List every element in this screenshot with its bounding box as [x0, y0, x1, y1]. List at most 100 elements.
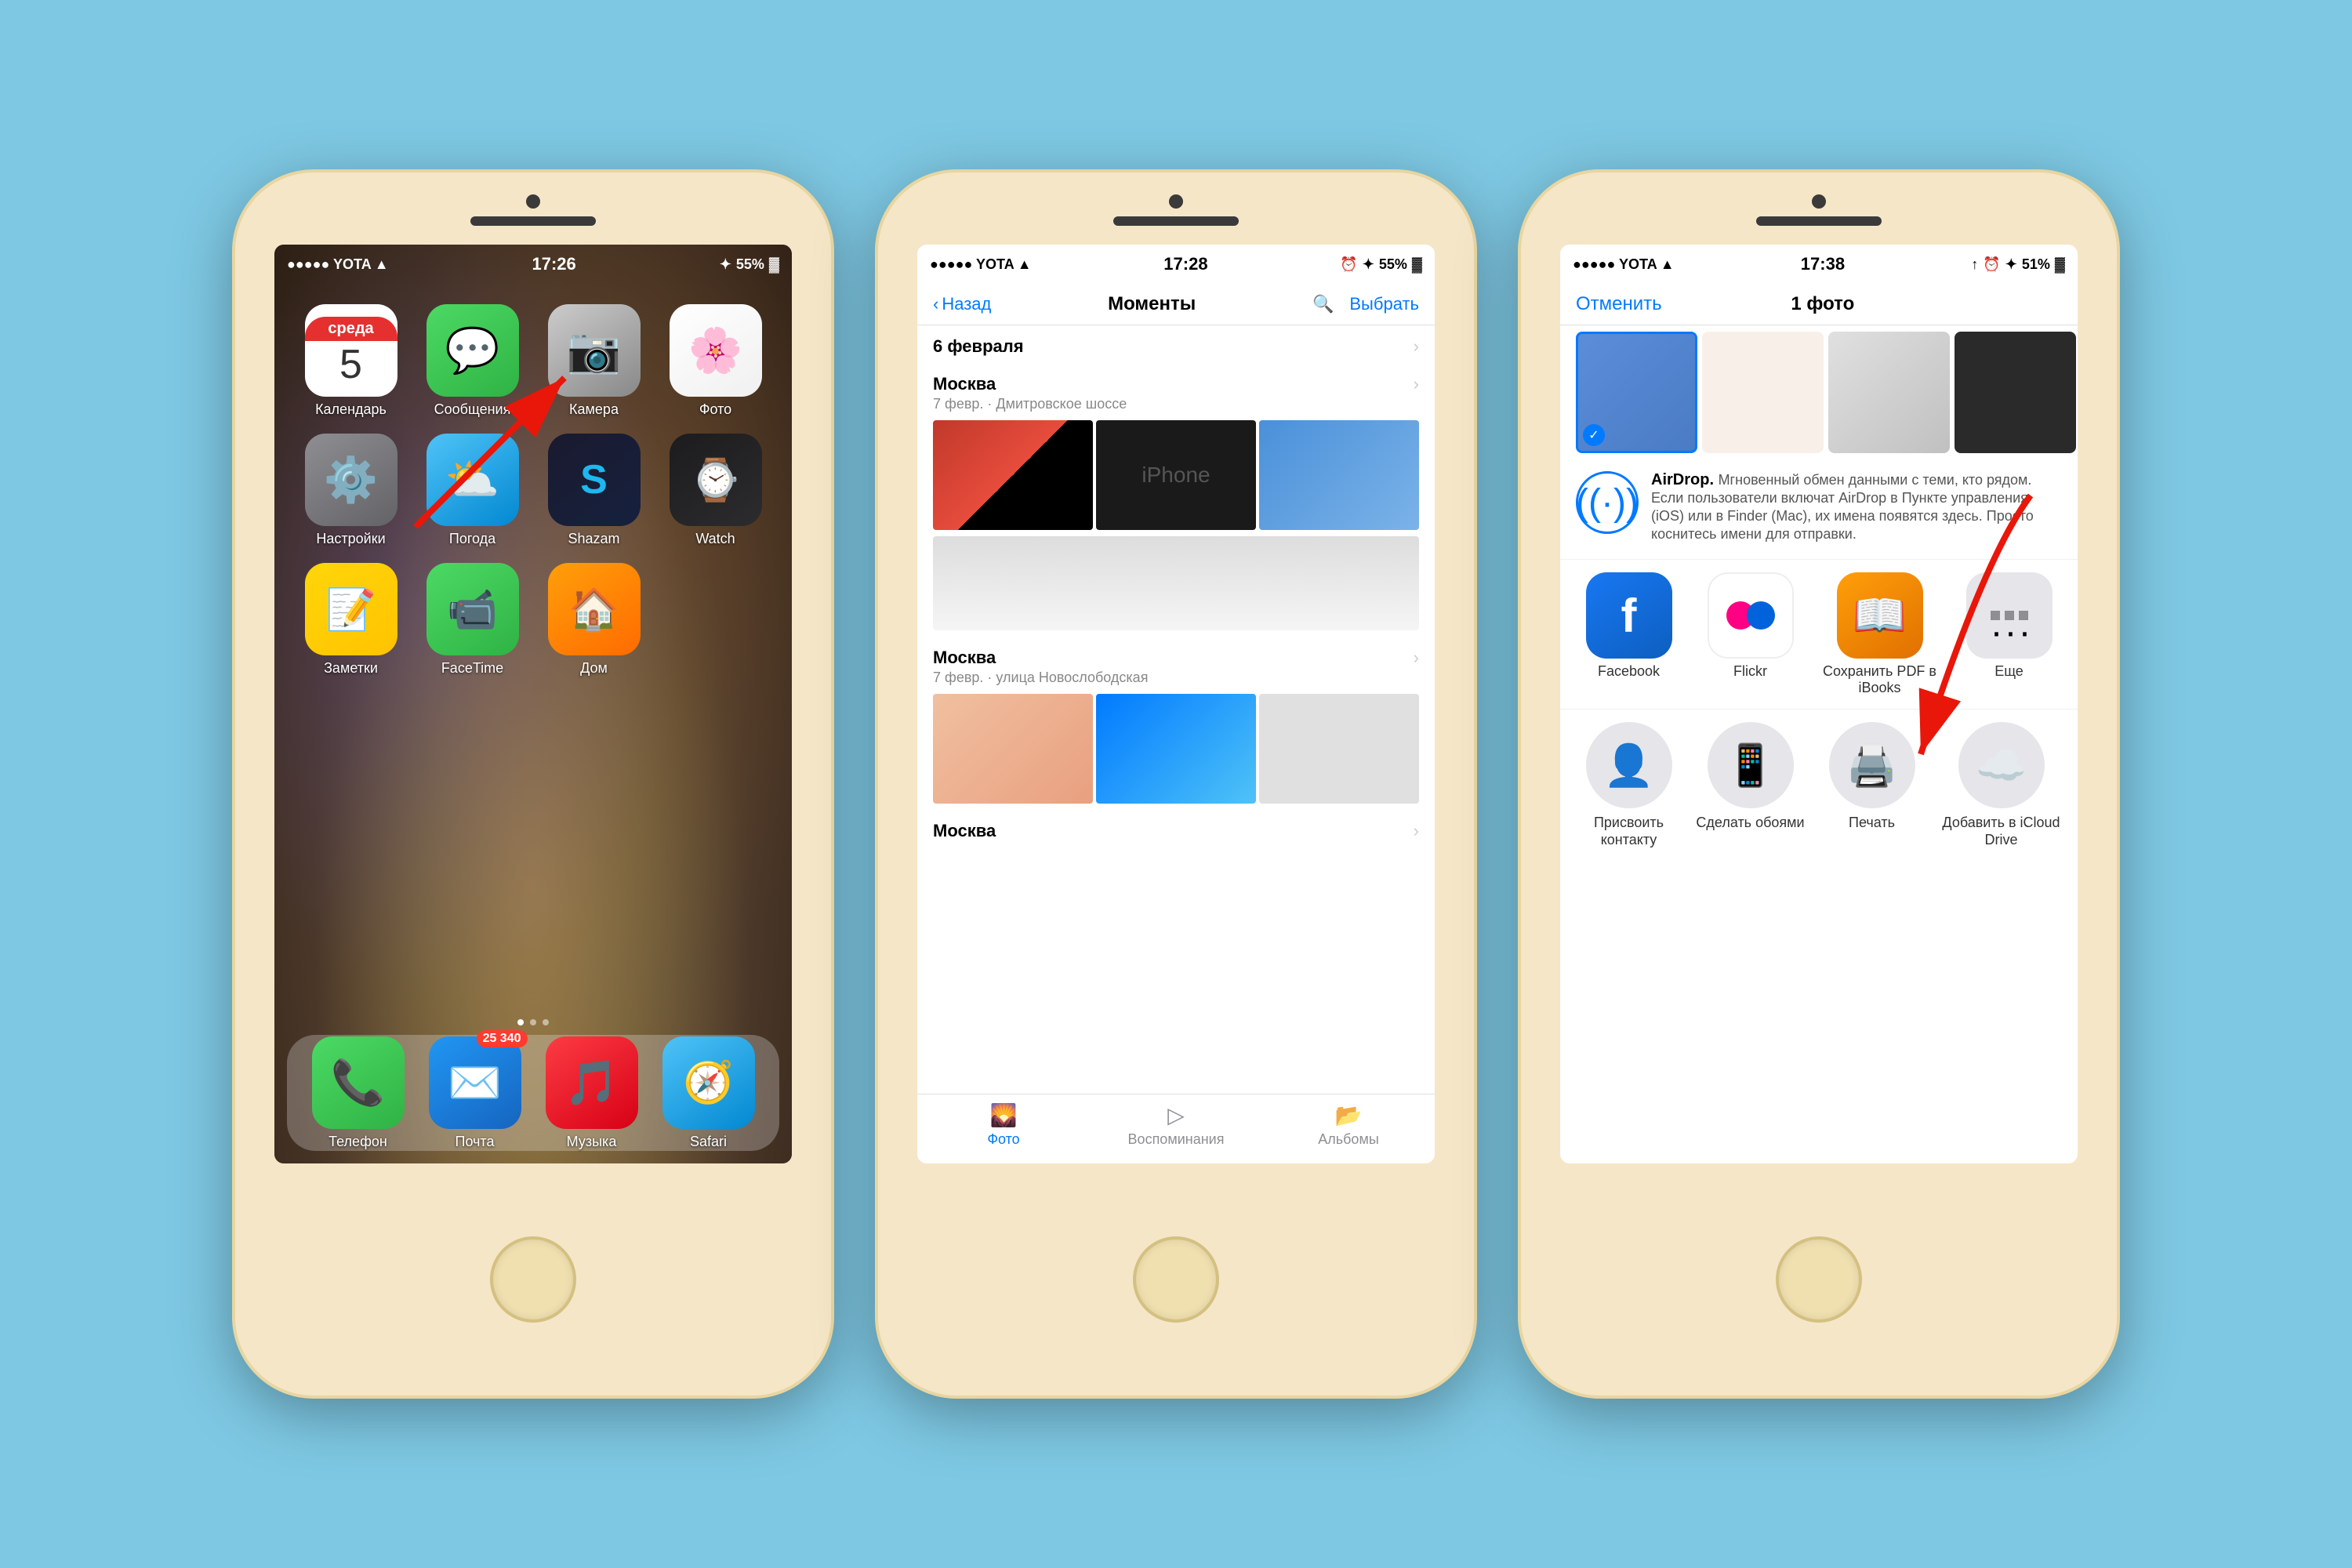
- photo-blue[interactable]: [1096, 694, 1256, 804]
- alarm-icon: ⏰: [1340, 256, 1357, 273]
- status-right-3: ↑ ⏰ ✦ 51% ▓: [1971, 256, 2065, 273]
- moscow-3-city: Москва: [933, 821, 996, 841]
- app-facetime[interactable]: 📹 FaceTime: [419, 563, 525, 677]
- moscow-2-detail: 7 февр. · улица Новослободская: [917, 670, 1435, 694]
- dock-music-label: Музыка: [567, 1134, 617, 1150]
- strip-photo-2[interactable]: [1702, 332, 1824, 453]
- dock-safari[interactable]: 🧭 Safari: [662, 1036, 755, 1150]
- section-chevron: ›: [1414, 336, 1419, 357]
- status-left: ●●●●● YOTA ▲: [287, 256, 389, 273]
- wifi-3: ▲: [1661, 256, 1675, 273]
- tab-albums-label: Альбомы: [1318, 1131, 1379, 1148]
- share-screen: ●●●●● YOTA ▲ 17:38 ↑ ⏰ ✦ 51% ▓ Отменить …: [1560, 245, 2078, 1163]
- strip-photo-3[interactable]: [1828, 332, 1950, 453]
- app-camera[interactable]: 📷 Камера: [541, 304, 647, 418]
- battery-icon-3: ▓: [2055, 256, 2065, 273]
- app-photos[interactable]: 🌸 Фото: [662, 304, 768, 418]
- phone-icon: 📞: [331, 1057, 386, 1109]
- app-shazam[interactable]: S Shazam: [541, 434, 647, 547]
- photo-vr[interactable]: [933, 420, 1093, 530]
- app-settings[interactable]: ⚙️ Настройки: [298, 434, 404, 547]
- camera-icon: 📷: [567, 325, 622, 376]
- app-home[interactable]: 🏠 Дом: [541, 563, 647, 677]
- home-button-1[interactable]: [490, 1236, 576, 1323]
- speaker-grille-3: [1756, 216, 1882, 226]
- back-chevron: ‹: [933, 294, 938, 314]
- tab-memories[interactable]: ▷ Воспоминания: [1090, 1102, 1262, 1148]
- nav-3: ↑: [1971, 256, 1978, 273]
- app-notes[interactable]: 📝 Заметки: [298, 563, 404, 677]
- arrow-annotation-3: [1827, 480, 2062, 793]
- page-dot-2: [530, 1019, 536, 1025]
- photo-row-snow: [917, 536, 1435, 630]
- music-icon: 🎵: [564, 1057, 619, 1109]
- app-calendar[interactable]: среда 5 Календарь: [298, 304, 404, 418]
- calendar-day-number: 5: [339, 344, 362, 385]
- notes-icon: 📝: [325, 586, 376, 633]
- page-dot-1: [517, 1019, 524, 1025]
- share-count-title: 1 фото: [1791, 293, 1854, 315]
- wifi-icon: ▲: [375, 256, 389, 273]
- photo-dark[interactable]: iPhone: [1096, 420, 1256, 530]
- calendar-label: Календарь: [315, 401, 387, 418]
- share-nav: Отменить 1 фото: [1560, 284, 2078, 325]
- facebook-f: f: [1621, 589, 1637, 643]
- status-time: 17:26: [532, 254, 576, 274]
- phone-bottom-1: [490, 1163, 576, 1396]
- cancel-button[interactable]: Отменить: [1576, 293, 1662, 315]
- wallpaper-label: Сделать обоями: [1696, 815, 1804, 832]
- battery-icon: ▓: [769, 256, 779, 273]
- app-weather[interactable]: ⛅ Погода: [419, 434, 525, 547]
- dock-safari-label: Safari: [690, 1134, 727, 1150]
- status-bar-2: ●●●●● YOTA ▲ 17:28 ⏰ ✦ 55% ▓: [917, 245, 1435, 284]
- photo-snow[interactable]: [933, 536, 1419, 630]
- share-facebook[interactable]: f Facebook: [1568, 572, 1690, 696]
- dock-phone-label: Телефон: [328, 1134, 387, 1150]
- contact-icon: 👤: [1586, 722, 1672, 808]
- app-watch[interactable]: ⌚ Watch: [662, 434, 768, 547]
- facebook-label: Facebook: [1598, 663, 1660, 680]
- photo-empty: [1259, 694, 1419, 804]
- watch-label: Watch: [695, 531, 735, 547]
- settings-label: Настройки: [316, 531, 385, 547]
- screen-2: ●●●●● YOTA ▲ 17:28 ⏰ ✦ 55% ▓ ‹ Назад Мом…: [917, 245, 1435, 1163]
- nav-back-button[interactable]: ‹ Назад: [933, 294, 991, 314]
- dock-phone[interactable]: 📞 Телефон: [312, 1036, 405, 1150]
- share-flickr[interactable]: Flickr: [1690, 572, 1811, 696]
- battery-2: 55%: [1379, 256, 1407, 273]
- camera-label: Камера: [569, 401, 619, 418]
- action-contact[interactable]: 👤 Присвоить контакту: [1568, 722, 1690, 848]
- tab-photos[interactable]: 🌄 Фото: [917, 1102, 1090, 1148]
- photo-text[interactable]: [1259, 420, 1419, 530]
- nav-title-2: Моменты: [1108, 293, 1196, 315]
- icloud-label: Добавить в iCloud Drive: [1933, 815, 2070, 848]
- moscow-2-title-group: Москва: [933, 648, 996, 668]
- carrier-3: ●●●●● YOTA: [1573, 256, 1657, 273]
- facebook-icon: f: [1586, 572, 1672, 659]
- moscow-2-chevron: ›: [1414, 648, 1419, 668]
- photo-phones[interactable]: [933, 694, 1093, 804]
- flickr-dot-blue: [1747, 601, 1775, 630]
- moscow-2-header: Москва ›: [917, 637, 1435, 670]
- weather-label: Погода: [449, 531, 495, 547]
- moscow-1-detail: 7 февр. · Дмитровское шоссе: [917, 396, 1435, 420]
- phone-bottom-3: [1776, 1163, 1862, 1396]
- status-bar-1: ●●●●● YOTA ▲ 17:26 ✦ 55% ▓: [274, 245, 792, 284]
- dock-music[interactable]: 🎵 Музыка: [546, 1036, 638, 1150]
- messages-icon: 💬: [445, 325, 500, 376]
- photo-strip: ✓: [1560, 325, 2078, 459]
- screen-3: ●●●●● YOTA ▲ 17:38 ↑ ⏰ ✦ 51% ▓ Отменить …: [1560, 245, 2078, 1163]
- home-button-2[interactable]: [1133, 1236, 1219, 1323]
- shazam-icon: S: [580, 456, 608, 503]
- action-wallpaper[interactable]: 📱 Сделать обоями: [1690, 722, 1811, 848]
- app-messages[interactable]: 💬 Сообщения: [419, 304, 525, 418]
- search-button[interactable]: 🔍: [1312, 294, 1334, 314]
- dock-mail[interactable]: ✉️ 25 340 Почта: [429, 1036, 521, 1150]
- strip-photo-4[interactable]: [1955, 332, 2076, 453]
- select-button[interactable]: Выбрать: [1349, 294, 1419, 314]
- tab-albums[interactable]: 📂 Альбомы: [1262, 1102, 1435, 1148]
- strip-photo-1[interactable]: ✓: [1576, 332, 1697, 453]
- home-button-3[interactable]: [1776, 1236, 1862, 1323]
- notes-label: Заметки: [324, 660, 378, 677]
- battery-3: 51%: [2022, 256, 2050, 273]
